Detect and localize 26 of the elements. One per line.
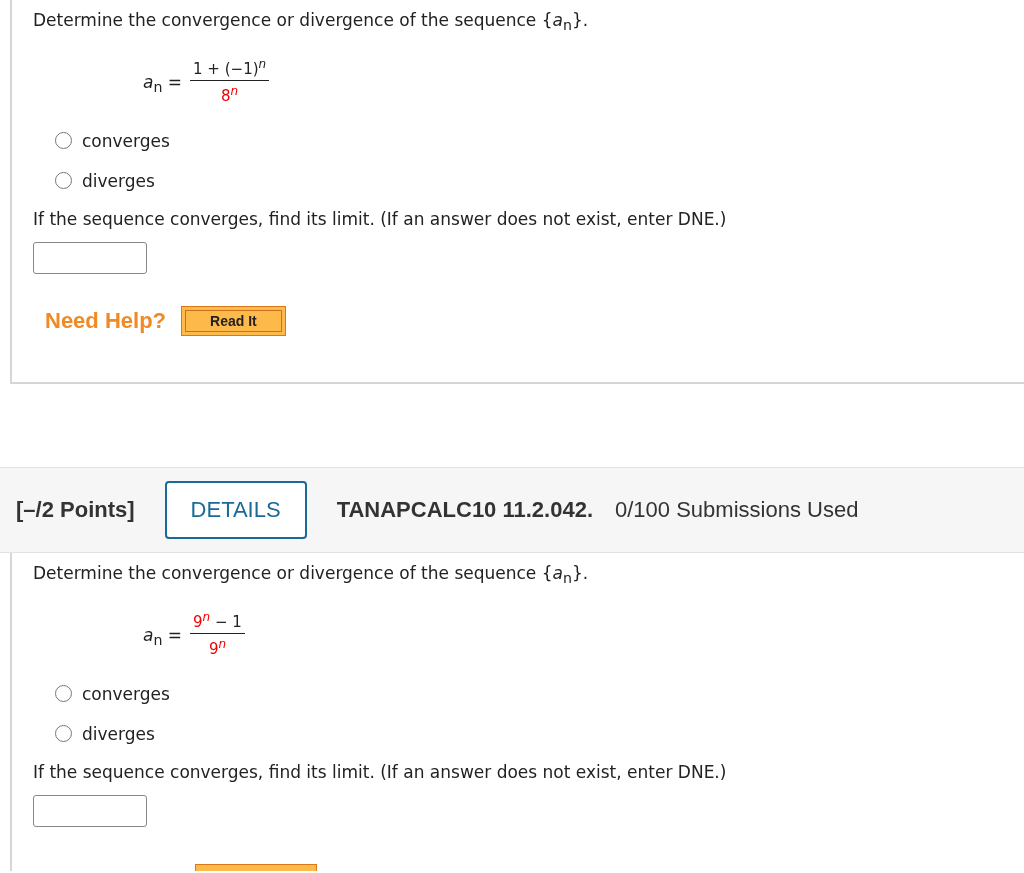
question-text: Determine the convergence or divergence of the sequence {a$_{n}$}. — [33, 563, 590, 587]
formula-lhs: a$_{n}$ = — [143, 623, 183, 649]
option-label[interactable]: diverges — [82, 170, 155, 191]
denominator: 8$^{n}$ — [221, 83, 239, 106]
numerator: 9$^{n}$ − 1 — [190, 610, 245, 635]
instruction-text: If the sequence converges, find its limit. (If an answer does not exist, enter DNE.) — [33, 209, 728, 230]
need-help-label: Need Help? — [45, 308, 167, 335]
problem-code: TANAPCALC10 11.2.042. — [336, 497, 593, 523]
read-it-button[interactable]: Read It — [181, 306, 286, 337]
instruction-text: If the sequence converges, find its limit. (If an answer does not exist, enter DNE.) — [33, 762, 728, 783]
radio-button[interactable] — [55, 725, 72, 743]
numerator: 1 + (−1)$^{n}$ — [190, 57, 270, 82]
answer-field[interactable] — [33, 242, 147, 275]
points-label: [–/2 Points] — [16, 497, 135, 523]
option-label[interactable]: converges — [82, 683, 170, 704]
option-label[interactable]: converges — [82, 130, 170, 151]
denominator: 9$^{n}$ — [208, 636, 227, 659]
answer-field[interactable] — [33, 795, 147, 828]
option-label[interactable]: diverges — [82, 723, 155, 744]
question-text: Determine the convergence or divergence of the sequence {a$_{n}$}. — [33, 10, 590, 34]
submissions-count: 0/100 Submissions Used — [615, 497, 859, 523]
radio-button[interactable] — [55, 172, 72, 190]
radio-button[interactable] — [55, 685, 72, 703]
formula-lhs: a$_{n}$ = — [143, 70, 183, 96]
details-button[interactable]: DETAILS — [164, 481, 307, 539]
radio-button[interactable] — [55, 132, 72, 150]
